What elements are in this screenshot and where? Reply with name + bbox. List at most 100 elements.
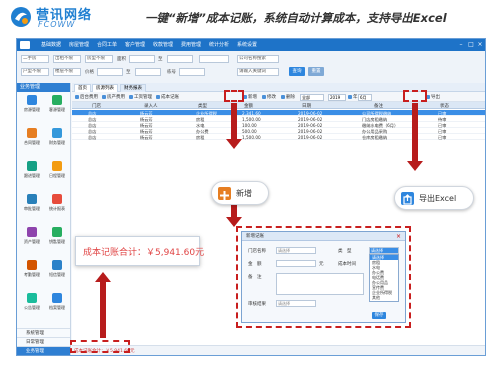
page: 营讯网络 FCOWW 一键“新增”成本记账，系统自动计算成本，支持导出Excel…	[0, 0, 499, 365]
arrow-up-sum	[100, 282, 106, 338]
toolbar-button[interactable]: 房产费用	[102, 94, 125, 100]
toolbar-button[interactable]: 后台费用	[75, 94, 98, 100]
table-cell-date: 2019-06-02	[298, 134, 323, 140]
sidebar-module[interactable]: 客源管理	[47, 95, 67, 116]
dialog-close-icon[interactable]: ×	[395, 233, 402, 240]
menu-item-5[interactable]: 费用管理	[181, 41, 201, 48]
type-select[interactable]: 全部	[300, 93, 324, 101]
tab-finance[interactable]: 财务报表	[120, 84, 146, 92]
sidebar-module[interactable]: 考勤管理	[22, 260, 42, 281]
app-logo-icon	[20, 41, 30, 49]
sidebar-module-label: 财务管理	[49, 140, 65, 145]
promo-banner: 营讯网络 FCOWW 一键“新增”成本记账，系统自动计算成本，支持导出Excel	[0, 0, 499, 34]
type-option[interactable]: 其他	[370, 295, 398, 300]
delete-button[interactable]: 删除	[281, 94, 295, 100]
sidebar-module[interactable]: 档案管理	[47, 293, 67, 314]
reset-button[interactable]: 重置	[308, 67, 324, 76]
tab-house-list[interactable]: 房源列表	[92, 84, 118, 92]
edit-button[interactable]: 修改	[262, 94, 276, 100]
filter-field[interactable]	[179, 68, 205, 76]
sidebar-module[interactable]: 房源管理	[22, 95, 42, 116]
year-select[interactable]: 2019	[328, 93, 346, 101]
status-bar: 成本记账合计：￥5,941.60元	[72, 345, 485, 355]
callout-add: 新增	[211, 181, 269, 205]
sidebar-module[interactable]: 公告管理	[22, 293, 42, 314]
filter-field[interactable]: 出租不限	[53, 55, 81, 63]
sidebar-module[interactable]: 统计报表	[47, 194, 67, 215]
maximize-icon[interactable]: □	[467, 41, 475, 49]
column-header: 录入人	[144, 104, 158, 109]
filter-field[interactable]: 房型不限	[85, 55, 113, 63]
sidebar-footer-item-active[interactable]: 业务管理	[17, 346, 70, 355]
filter-field[interactable]	[167, 55, 193, 63]
approve-icon	[27, 194, 37, 204]
type-select[interactable]: 请选择	[369, 247, 399, 254]
note-textarea[interactable]	[276, 273, 364, 295]
house-icon	[27, 95, 37, 105]
store-label: 门店名称	[248, 249, 266, 254]
type-label: 类 型	[338, 249, 352, 254]
toolbar-button[interactable]: 工资管理	[129, 94, 152, 100]
menu-item-4[interactable]: 收款管理	[153, 41, 173, 48]
toolbar-button[interactable]: 成本记账	[156, 94, 179, 100]
table-cell-amount: 500.00	[242, 128, 257, 134]
plus-icon	[218, 187, 231, 200]
menu-item-6[interactable]: 统计分析	[209, 41, 229, 48]
column-header: 门店	[92, 104, 101, 109]
sidebar-module[interactable]: 日程管理	[47, 161, 67, 182]
filter-label: 至	[126, 70, 131, 75]
callout-export-label: 导出Excel	[419, 194, 457, 203]
filter-label: 面积	[117, 57, 126, 62]
menu-item-0[interactable]: 基础数据	[41, 41, 61, 48]
menu-item-7[interactable]: 系统设置	[237, 41, 257, 48]
menu-item-2[interactable]: 合同工单	[97, 41, 117, 48]
amount-input[interactable]	[276, 260, 316, 267]
archive-icon	[52, 293, 62, 303]
table-row[interactable]: 总店 杨云芳 房租 1,500.00 2019-06-02 仓库房租缴纳 已审	[72, 134, 485, 140]
year-label: 年	[348, 94, 358, 100]
sidebar-module[interactable]: 短信管理	[47, 260, 67, 281]
add-record-dialog: 新增记账 × 门店名称 请选择 类 型 请选择 金 额 元 成本时间 备 注 审…	[241, 231, 406, 323]
sidebar-module[interactable]: 合同管理	[22, 128, 42, 149]
add-button[interactable]: 新增	[243, 94, 257, 100]
sidebar-module-label: 档案管理	[49, 305, 65, 310]
sidebar-footer-item[interactable]: 日常管理	[17, 337, 70, 346]
filter-field[interactable]: 二手房	[21, 55, 49, 63]
filter-field[interactable]	[129, 55, 155, 63]
followup-icon	[27, 161, 37, 171]
month-select[interactable]: 6月	[358, 93, 372, 101]
filter-field[interactable]: 户型不限	[21, 68, 49, 76]
export-icon	[401, 192, 414, 205]
minimize-icon[interactable]: –	[457, 41, 465, 49]
export-button[interactable]: 导出	[426, 94, 440, 100]
clock-icon	[27, 260, 37, 270]
filter-field[interactable]	[199, 55, 229, 63]
filter-label: 至	[158, 57, 163, 62]
filter-field[interactable]: 公司名称搜索	[237, 55, 279, 63]
sidebar-module[interactable]: 跟进管理	[22, 161, 42, 182]
menu-item-1[interactable]: 房屋管理	[69, 41, 89, 48]
sidebar-module[interactable]: 资产管理	[22, 227, 42, 248]
audit-select[interactable]: 请选择	[276, 300, 316, 307]
sidebar-module[interactable]: 财务管理	[47, 128, 67, 149]
filter-field[interactable]: 楼层不限	[53, 68, 81, 76]
sidebar-module[interactable]: 审批管理	[22, 194, 42, 215]
finance-icon	[52, 128, 62, 138]
filter-field[interactable]	[97, 68, 123, 76]
menu-item-3[interactable]: 客户管理	[125, 41, 145, 48]
sidebar-module-label: 考勤管理	[24, 272, 40, 277]
save-button[interactable]: 保存	[372, 312, 386, 319]
sidebar-module[interactable]: 钥匙管理	[47, 227, 67, 248]
filter-field[interactable]	[135, 68, 161, 76]
note-label: 备 注	[248, 275, 262, 280]
sidebar-module-label: 合同管理	[24, 140, 40, 145]
filter-label: 价格	[85, 70, 94, 75]
sidebar-module-label: 审批管理	[24, 206, 40, 211]
arrowhead-icon	[95, 272, 111, 282]
tab-home[interactable]: 首页	[74, 84, 91, 92]
store-select[interactable]: 请选择	[276, 247, 316, 254]
filter-field[interactable]: 请输入关键词	[237, 68, 279, 76]
close-icon[interactable]: ×	[476, 41, 484, 49]
sidebar-footer-item[interactable]: 系统管理	[17, 328, 70, 337]
query-button[interactable]: 查询	[289, 67, 305, 76]
